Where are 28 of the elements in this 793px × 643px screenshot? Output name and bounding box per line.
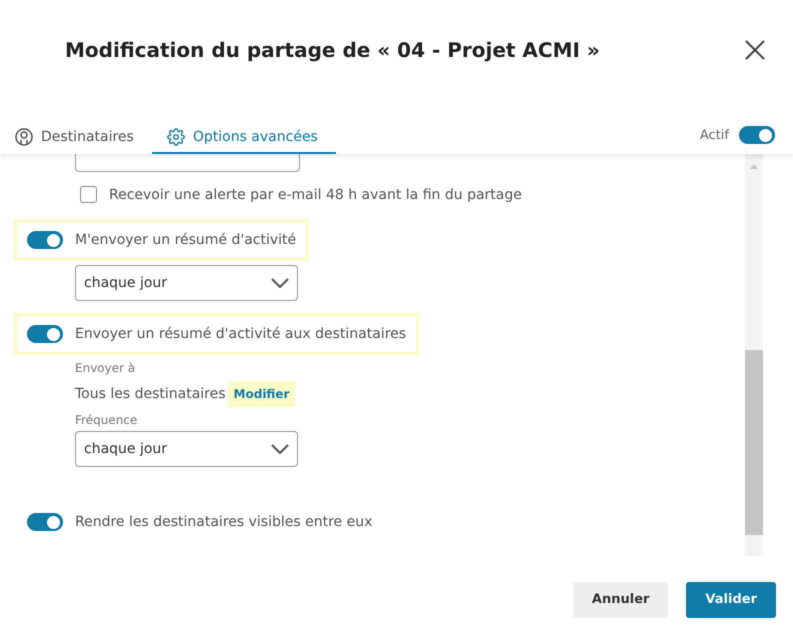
- toggle-switch[interactable]: [739, 126, 775, 144]
- frequency-select[interactable]: chaque jour: [75, 265, 298, 301]
- validate-button[interactable]: Valider: [686, 582, 776, 618]
- chevron-down-icon: [271, 444, 289, 454]
- close-icon[interactable]: [743, 38, 767, 62]
- checkbox[interactable]: [80, 186, 97, 203]
- toggle-switch[interactable]: [27, 231, 63, 249]
- frequency-select[interactable]: chaque jour: [75, 431, 298, 467]
- checkbox-label: Recevoir une alerte par e-mail 48 h avant la fin du partage: [109, 186, 522, 202]
- toggle-label: Rendre les destinataires visibles entre eux: [75, 514, 372, 530]
- cancel-button[interactable]: Annuler: [572, 582, 668, 618]
- toggle-label: Envoyer un résumé d'activité aux destinataires: [75, 326, 406, 342]
- toggle-switch[interactable]: [27, 513, 63, 531]
- chevron-down-icon: [271, 278, 289, 288]
- dialog-title: Modification du partage de « 04 - Projet ACMI »: [65, 38, 600, 62]
- send-to-label: Envoyer à: [75, 361, 136, 375]
- toggle-label: M'envoyer un résumé d'activité: [75, 232, 296, 248]
- scrollbar[interactable]: [745, 154, 763, 556]
- active-label: Actif: [700, 128, 729, 142]
- gear-icon: [166, 128, 185, 146]
- tab[interactable]: Destinataires: [12, 128, 152, 154]
- tab[interactable]: Options avancées: [152, 128, 336, 154]
- frequency-label: Fréquence: [75, 413, 138, 427]
- send-to-value: Tous les destinataires: [75, 386, 226, 402]
- date-field[interactable]: [75, 154, 300, 172]
- modify-link[interactable]: Modifier: [228, 381, 296, 407]
- user-icon: [15, 128, 33, 146]
- toggle-switch[interactable]: [27, 325, 63, 343]
